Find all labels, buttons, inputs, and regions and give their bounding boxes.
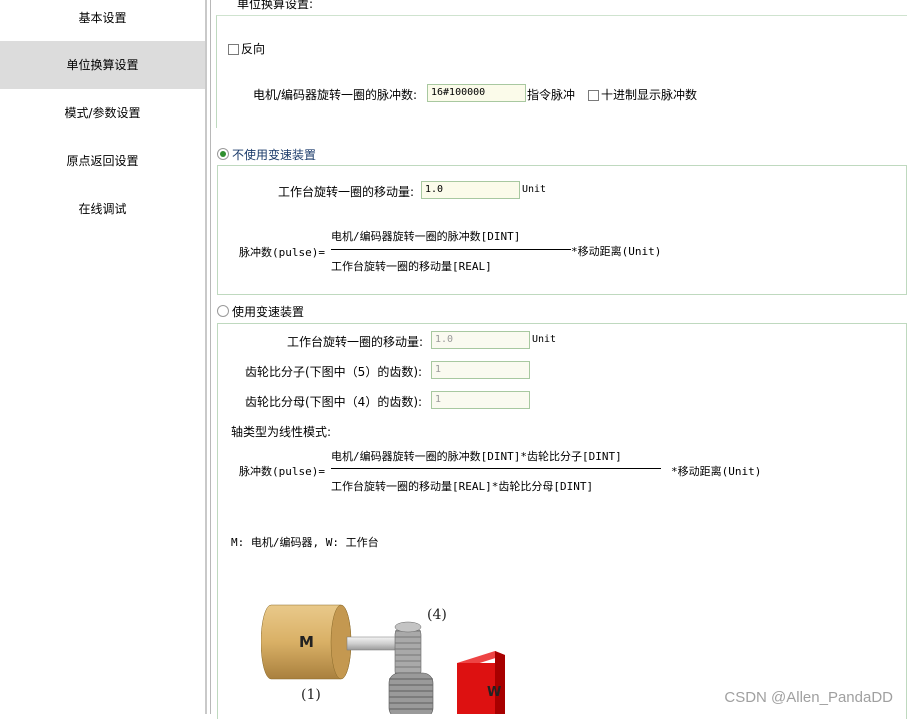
watermark: CSDN @Allen_PandaDD — [724, 689, 893, 706]
gear-move-unit: Unit — [532, 334, 557, 345]
section-title: 单位换算设置: — [237, 0, 314, 11]
gear-numerator-label: 齿轮比分子(下图中（5）的齿数): — [245, 365, 423, 379]
no-gear-label[interactable]: 不使用变速装置 — [232, 146, 316, 163]
sidebar-item-label: 单位换算设置 — [66, 58, 139, 72]
work-table-shape — [457, 651, 505, 714]
use-gear-label[interactable]: 使用变速装置 — [232, 303, 304, 320]
sidebar-item-home-return[interactable]: 原点返回设置 — [0, 137, 205, 185]
sidebar-item-label: 模式/参数设置 — [64, 106, 141, 120]
sidebar-item-online-debug[interactable]: 在线调试 — [0, 185, 205, 233]
no-gear-formula-lhs: 脉冲数(pulse)= — [239, 246, 325, 259]
sidebar-item-label: 基本设置 — [78, 11, 127, 25]
checkbox-box[interactable] — [588, 90, 599, 101]
encoder-pulses-label: 电机/编码器旋转一圈的脉冲数: — [253, 88, 418, 102]
unit-conversion-panel: 单位换算设置: 反向 电机/编码器旋转一圈的脉冲数: 16#100000 指令脉… — [211, 0, 907, 719]
gear-formula-numerator: 电机/编码器旋转一圈的脉冲数[DINT]*齿轮比分子[DINT] — [331, 450, 622, 463]
gear-formula-rhs: *移动距离(Unit) — [671, 465, 762, 478]
use-gear-radio[interactable] — [217, 305, 229, 317]
large-gear — [388, 672, 434, 714]
encoder-pulses-input[interactable]: 16#100000 — [427, 84, 526, 102]
diagram-legend: M: 电机/编码器, W: 工作台 — [231, 536, 379, 549]
motor-letter: M — [299, 633, 314, 651]
linear-mode-title: 轴类型为线性模式: — [231, 425, 332, 439]
small-gear — [394, 621, 422, 680]
sidebar-item-label: 原点返回设置 — [66, 154, 139, 168]
no-gear-formula-numerator: 电机/编码器旋转一圈的脉冲数[DINT] — [331, 230, 521, 243]
gear-diagram: M (4) (1) W — [261, 604, 505, 714]
motor-shaft — [346, 636, 398, 651]
gear-label-4: (4) — [427, 607, 447, 623]
gear-formula-lhs: 脉冲数(pulse)= — [239, 465, 325, 478]
gear-numerator-input[interactable]: 1 — [431, 361, 530, 379]
decimal-display-checkbox[interactable]: 十进制显示脉冲数 — [588, 86, 697, 103]
sidebar-item-basic-settings[interactable]: 基本设置 — [0, 0, 205, 42]
gear-move-label: 工作台旋转一圈的移动量: — [287, 335, 424, 349]
unit-conversion-group — [216, 15, 907, 128]
sidebar-item-label: 在线调试 — [78, 202, 127, 216]
no-gear-formula-rhs: *移动距离(Unit) — [571, 245, 662, 258]
no-gear-radio[interactable] — [217, 148, 229, 160]
checkbox-box[interactable] — [228, 44, 239, 55]
gear-move-input[interactable]: 1.0 — [431, 331, 530, 349]
decimal-display-label: 十进制显示脉冲数 — [601, 88, 698, 102]
no-gear-formula-denominator: 工作台旋转一圈的移动量[REAL] — [331, 260, 492, 273]
gear-denominator-input[interactable]: 1 — [431, 391, 530, 409]
reverse-label: 反向 — [241, 42, 266, 56]
no-gear-fraction-bar — [331, 249, 571, 250]
no-gear-move-label: 工作台旋转一圈的移动量: — [278, 185, 415, 199]
motor-label-1: (1) — [301, 687, 321, 703]
no-gear-move-unit: Unit — [522, 184, 547, 195]
encoder-pulses-unit: 指令脉冲 — [527, 88, 576, 102]
gear-formula-denominator: 工作台旋转一圈的移动量[REAL]*齿轮比分母[DINT] — [331, 480, 594, 493]
gear-fraction-bar — [331, 468, 661, 469]
sidebar: 基本设置 单位换算设置 模式/参数设置 原点返回设置 在线调试 — [0, 0, 205, 714]
work-letter: W — [487, 685, 501, 700]
no-gear-move-input[interactable]: 1.0 — [421, 181, 520, 199]
sidebar-item-mode-params[interactable]: 模式/参数设置 — [0, 89, 205, 137]
reverse-checkbox[interactable]: 反向 — [228, 40, 265, 57]
gear-denominator-label: 齿轮比分母(下图中（4）的齿数): — [245, 395, 423, 409]
panel-splitter[interactable] — [205, 0, 207, 714]
sidebar-item-unit-conversion[interactable]: 单位换算设置 — [0, 41, 205, 89]
